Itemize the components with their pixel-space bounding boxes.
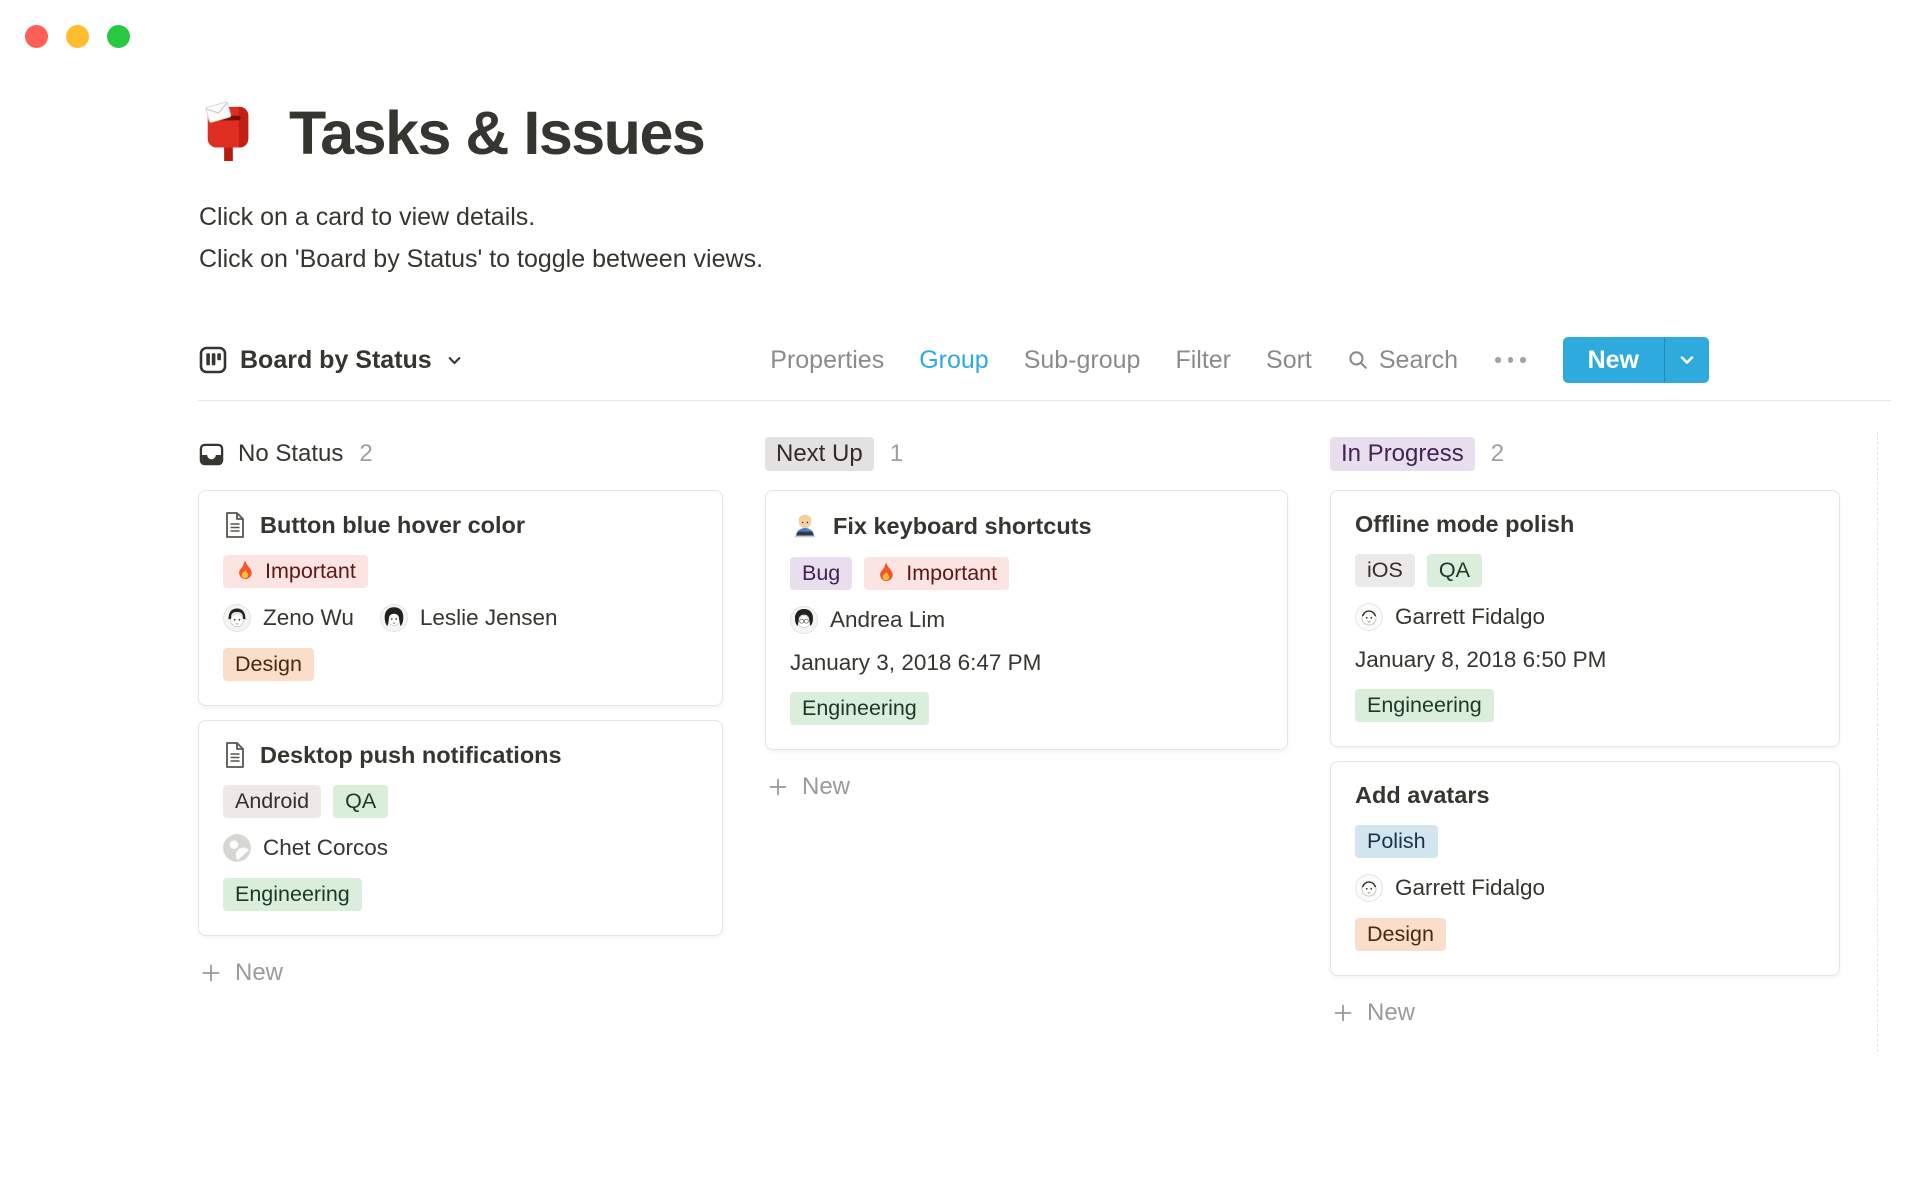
column-header: Next Up 1 xyxy=(765,436,1288,472)
tag-engineering: Engineering xyxy=(1355,689,1494,722)
column-count: 2 xyxy=(359,440,373,467)
postbox-emoji xyxy=(199,101,257,165)
card-title: Fix keyboard shortcuts xyxy=(833,512,1092,539)
card-fix-keyboard-shortcuts[interactable]: Fix keyboard shortcuts Bug Important And… xyxy=(765,490,1288,750)
tag-polish: Polish xyxy=(1355,825,1438,858)
card-offline-mode-polish[interactable]: Offline mode polish iOS QA Garrett Fidal… xyxy=(1330,490,1840,747)
column-count: 2 xyxy=(1490,440,1505,467)
person-name: Zeno Wu xyxy=(263,605,354,630)
card-title: Button blue hover color xyxy=(260,511,526,538)
fire-emoji xyxy=(235,560,256,583)
toolbar-actions: Properties Group Sub-group Filter Sort S… xyxy=(770,337,1709,383)
person-assignee: Andrea Lim xyxy=(790,606,945,634)
more-options-button[interactable] xyxy=(1493,351,1528,369)
board-column-next-up: Next Up 1 Fix keyboard shortcuts Bug Imp… xyxy=(765,436,1288,1031)
toolbar-divider xyxy=(198,400,1891,401)
add-card-button[interactable]: New xyxy=(198,955,723,991)
tag-android: Android xyxy=(223,785,322,818)
person-name: Garrett Fidalgo xyxy=(1395,875,1546,900)
add-card-button[interactable]: New xyxy=(1330,995,1840,1031)
description-line: Click on a card to view details. xyxy=(199,203,536,231)
plus-icon xyxy=(1332,1002,1354,1024)
card-button-blue-hover-color[interactable]: Button blue hover color Important Zeno W… xyxy=(198,490,723,706)
column-status-badge[interactable]: Next Up xyxy=(765,437,874,471)
search-button[interactable]: Search xyxy=(1347,346,1458,375)
person-assignee: Garrett Fidalgo xyxy=(1355,874,1545,902)
tag-ios: iOS xyxy=(1355,554,1415,587)
view-switcher-label: Board by Status xyxy=(240,345,432,374)
board-view-icon xyxy=(198,345,228,375)
tag-important: Important xyxy=(223,555,368,588)
column-count: 1 xyxy=(889,440,904,467)
view-switcher-board-by-status[interactable]: Board by Status xyxy=(198,345,463,375)
description-line: Click on 'Board by Status' to toggle bet… xyxy=(199,245,764,273)
leslie-jensen-avatar xyxy=(379,604,408,632)
minimize-button[interactable] xyxy=(66,25,89,48)
new-button[interactable]: New xyxy=(1562,337,1709,383)
tag-bug: Bug xyxy=(790,557,853,590)
app-window: Tasks & Issues Click on a card to view d… xyxy=(0,0,1920,1200)
new-button-chevron[interactable] xyxy=(1665,337,1709,383)
new-button-label: New xyxy=(1587,346,1639,374)
toolbar-item-properties[interactable]: Properties xyxy=(770,346,884,375)
toolbar-item-sub-group[interactable]: Sub-group xyxy=(1024,346,1141,375)
toolbar-item-filter[interactable]: Filter xyxy=(1175,346,1231,375)
board-edge-guide xyxy=(1877,432,1878,1052)
page-icon xyxy=(223,511,247,539)
tag-qa: QA xyxy=(333,785,389,818)
inbox-icon xyxy=(198,441,225,468)
chevron-down-icon xyxy=(446,352,463,369)
plus-icon xyxy=(200,962,222,984)
garrett-fidalgo-avatar xyxy=(1355,874,1383,902)
tag-design: Design xyxy=(1355,918,1446,951)
zeno-wu-avatar xyxy=(223,604,251,632)
page-header: Tasks & Issues Click on a card to view d… xyxy=(199,98,763,280)
person-assignee: Garrett Fidalgo xyxy=(1355,603,1545,631)
search-label: Search xyxy=(1378,345,1459,374)
view-toolbar: Board by Status Properties Group Sub-gro… xyxy=(198,336,1891,384)
person-assignee: Chet Corcos xyxy=(223,834,388,862)
person-assignee: Leslie Jensen xyxy=(379,604,558,632)
close-button[interactable] xyxy=(25,25,48,48)
tag-engineering: Engineering xyxy=(790,692,929,725)
tag-qa: QA xyxy=(1426,554,1482,587)
column-status-label[interactable]: No Status xyxy=(238,440,343,468)
column-status-badge[interactable]: In Progress xyxy=(1330,437,1475,471)
search-icon xyxy=(1347,349,1370,372)
person-name: Garrett Fidalgo xyxy=(1395,604,1546,629)
toolbar-item-sort[interactable]: Sort xyxy=(1266,346,1312,375)
board-column-no-status: No Status 2 Button blue hover color Impo… xyxy=(198,436,723,1031)
person-name: Leslie Jensen xyxy=(419,605,558,630)
tag-design: Design xyxy=(223,648,314,681)
window-controls xyxy=(25,25,130,48)
person-name: Andrea Lim xyxy=(830,607,946,632)
card-title: Offline mode polish xyxy=(1355,511,1575,537)
card-desktop-push-notifications[interactable]: Desktop push notifications Android QA Ch… xyxy=(198,720,723,936)
card-title: Desktop push notifications xyxy=(260,741,562,768)
zoom-button[interactable] xyxy=(107,25,130,48)
card-add-avatars[interactable]: Add avatars Polish Garrett Fidalgo Desig… xyxy=(1330,761,1840,976)
tag-engineering: Engineering xyxy=(223,878,362,911)
card-date: January 3, 2018 6:47 PM xyxy=(790,650,1042,675)
fire-emoji xyxy=(876,562,897,585)
board-column-in-progress: In Progress 2 Offline mode polish iOS QA xyxy=(1330,436,1840,1031)
plus-icon xyxy=(767,776,789,798)
toolbar-item-group[interactable]: Group xyxy=(919,346,988,375)
page-title: Tasks & Issues xyxy=(289,99,706,167)
kanban-board: No Status 2 Button blue hover color Impo… xyxy=(198,436,1840,1031)
card-title: Add avatars xyxy=(1355,782,1490,808)
page-description: Click on a card to view details. Click o… xyxy=(199,196,763,280)
card-date: January 8, 2018 6:50 PM xyxy=(1355,647,1607,672)
column-header: In Progress 2 xyxy=(1330,436,1840,472)
garrett-fidalgo-avatar xyxy=(1355,603,1383,631)
person-assignee: Zeno Wu xyxy=(223,604,354,632)
page-icon xyxy=(223,741,247,769)
add-card-button[interactable]: New xyxy=(765,769,1288,805)
andrea-lim-avatar xyxy=(790,606,818,634)
technologist-emoji xyxy=(790,511,820,541)
tag-important: Important xyxy=(864,557,1010,590)
default-person-avatar xyxy=(223,834,251,862)
column-header: No Status 2 xyxy=(198,436,723,472)
person-name: Chet Corcos xyxy=(263,835,389,860)
